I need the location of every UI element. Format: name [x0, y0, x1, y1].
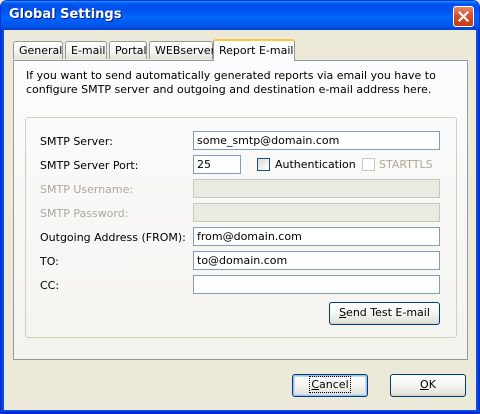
button-label-text: end Test E-mail: [346, 306, 430, 319]
smtp-username-input[interactable]: [193, 179, 440, 198]
tab-label: General: [19, 44, 63, 57]
close-icon: [458, 11, 469, 22]
smtp-server-label: SMTP Server:: [40, 135, 113, 148]
tab-label: WEBserver: [155, 44, 216, 57]
cancel-button[interactable]: Cancel: [292, 374, 368, 397]
smtp-password-input[interactable]: [193, 203, 440, 222]
window-frame-right: [476, 30, 479, 413]
cc-address-label: CC:: [40, 279, 60, 292]
send-test-email-button[interactable]: Send Test E-mail: [329, 302, 440, 325]
starttls-label: STARTTLS: [379, 158, 433, 171]
cancel-label-text: ancel: [319, 378, 349, 391]
tab-label: Portal: [115, 44, 147, 57]
authentication-checkbox[interactable]: [257, 158, 270, 171]
smtp-port-label: SMTP Server Port:: [40, 159, 139, 172]
from-address-input[interactable]: from@domain.com: [193, 227, 440, 246]
smtp-server-input[interactable]: some_smtp@domain.com: [193, 131, 440, 150]
smtp-port-input[interactable]: 25: [193, 155, 241, 174]
window-frame-bottom: [1, 410, 479, 413]
smtp-username-label: SMTP Username:: [40, 183, 134, 196]
smtp-password-label: SMTP Password:: [40, 207, 129, 220]
to-address-label: TO:: [40, 255, 59, 268]
cancel-label: Cancel: [309, 376, 351, 393]
tab-webserver[interactable]: WEBserver: [149, 41, 216, 59]
cancel-label-accel: C: [311, 378, 320, 391]
report-email-panel: If you want to send automatically genera…: [13, 60, 468, 360]
tab-label: E-mail: [71, 44, 106, 57]
tab-general[interactable]: General: [13, 41, 63, 59]
ok-button[interactable]: OK: [390, 374, 466, 397]
button-label-accel: S: [339, 306, 347, 319]
intro-text: If you want to send automatically genera…: [26, 69, 436, 96]
tab-report-e-mail[interactable]: Report E-mail: [213, 39, 295, 61]
authentication-label[interactable]: Authentication: [275, 158, 356, 171]
tab-e-mail[interactable]: E-mail: [65, 41, 107, 59]
tab-label: Report E-mail: [219, 44, 294, 57]
window-title: Global Settings: [9, 7, 122, 22]
ok-label-accel: O: [420, 378, 429, 391]
cc-address-input[interactable]: [193, 275, 440, 294]
to-address-input[interactable]: to@domain.com: [193, 251, 440, 270]
title-bar[interactable]: Global Settings: [1, 1, 479, 30]
starttls-checkbox[interactable]: [362, 158, 375, 171]
global-settings-window: Global Settings General E-mail Portal WE…: [0, 0, 480, 414]
close-button[interactable]: [453, 6, 474, 27]
ok-label-text: K: [428, 378, 436, 391]
from-address-label: Outgoing Address (FROM):: [40, 231, 186, 244]
window-frame-left: [1, 30, 4, 413]
tab-portal[interactable]: Portal: [109, 41, 147, 59]
